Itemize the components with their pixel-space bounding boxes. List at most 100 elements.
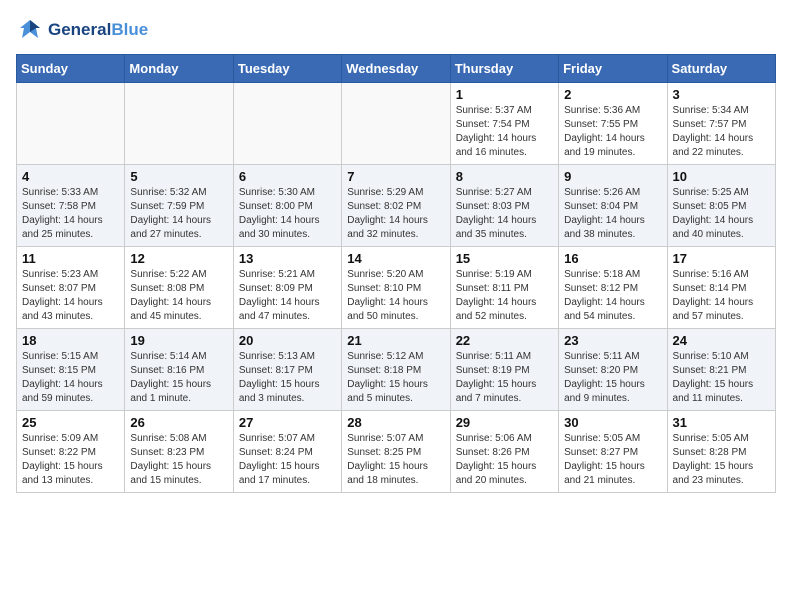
day-info: Sunrise: 5:07 AM Sunset: 8:24 PM Dayligh… [239,432,336,488]
day-info: Sunrise: 5:05 AM Sunset: 8:28 PM Dayligh… [673,432,770,488]
day-info: Sunrise: 5:37 AM Sunset: 7:54 PM Dayligh… [456,104,553,160]
day-number: 31 [673,415,770,430]
page-header: GeneralBlue [16,16,776,44]
day-number: 14 [347,251,444,266]
day-number: 13 [239,251,336,266]
day-info: Sunrise: 5:14 AM Sunset: 8:16 PM Dayligh… [130,350,227,406]
day-number: 9 [564,169,661,184]
day-number: 21 [347,333,444,348]
calendar-cell: 16 Sunrise: 5:18 AM Sunset: 8:12 PM Dayli… [559,247,667,329]
day-info: Sunrise: 5:27 AM Sunset: 8:03 PM Dayligh… [456,186,553,242]
column-header-sunday: Sunday [17,55,125,83]
calendar-cell: 4Sunrise: 5:33 AM Sunset: 7:58 PM Daylig… [17,165,125,247]
calendar-cell: 10 Sunrise: 5:25 AM Sunset: 8:05 PM Dayli… [667,165,775,247]
calendar-cell: 20 Sunrise: 5:13 AM Sunset: 8:17 PM Dayli… [233,329,341,411]
column-header-tuesday: Tuesday [233,55,341,83]
calendar-cell: 23 Sunrise: 5:11 AM Sunset: 8:20 PM Dayli… [559,329,667,411]
day-number: 28 [347,415,444,430]
column-header-thursday: Thursday [450,55,558,83]
calendar-week-row: 4Sunrise: 5:33 AM Sunset: 7:58 PM Daylig… [17,165,776,247]
calendar-cell: 17 Sunrise: 5:16 AM Sunset: 8:14 PM Dayli… [667,247,775,329]
calendar-cell: 31 Sunrise: 5:05 AM Sunset: 8:28 PM Dayli… [667,411,775,493]
column-header-saturday: Saturday [667,55,775,83]
column-header-monday: Monday [125,55,233,83]
calendar-cell: 2Sunrise: 5:36 AM Sunset: 7:55 PM Daylig… [559,83,667,165]
day-info: Sunrise: 5:22 AM Sunset: 8:08 PM Dayligh… [130,268,227,324]
day-info: Sunrise: 5:11 AM Sunset: 8:19 PM Dayligh… [456,350,553,406]
day-number: 8 [456,169,553,184]
calendar-cell: 25Sunrise: 5:09 AM Sunset: 8:22 PM Dayli… [17,411,125,493]
day-info: Sunrise: 5:12 AM Sunset: 8:18 PM Dayligh… [347,350,444,406]
calendar-cell: 11 Sunrise: 5:23 AM Sunset: 8:07 PM Dayli… [17,247,125,329]
day-info: Sunrise: 5:32 AM Sunset: 7:59 PM Dayligh… [130,186,227,242]
day-info: Sunrise: 5:13 AM Sunset: 8:17 PM Dayligh… [239,350,336,406]
calendar-cell: 7Sunrise: 5:29 AM Sunset: 8:02 PM Daylig… [342,165,450,247]
day-number: 18 [22,333,119,348]
day-number: 1 [456,87,553,102]
day-info: Sunrise: 5:36 AM Sunset: 7:55 PM Dayligh… [564,104,661,160]
day-info: Sunrise: 5:19 AM Sunset: 8:11 PM Dayligh… [456,268,553,324]
day-number: 11 [22,251,119,266]
day-info: Sunrise: 5:08 AM Sunset: 8:23 PM Dayligh… [130,432,227,488]
calendar-cell: 22 Sunrise: 5:11 AM Sunset: 8:19 PM Dayli… [450,329,558,411]
day-info: Sunrise: 5:25 AM Sunset: 8:05 PM Dayligh… [673,186,770,242]
calendar-cell: 21 Sunrise: 5:12 AM Sunset: 8:18 PM Dayli… [342,329,450,411]
calendar-week-row: 11 Sunrise: 5:23 AM Sunset: 8:07 PM Dayli… [17,247,776,329]
calendar-cell: 1 Sunrise: 5:37 AM Sunset: 7:54 PM Daylig… [450,83,558,165]
day-number: 26 [130,415,227,430]
day-info: Sunrise: 5:18 AM Sunset: 8:12 PM Dayligh… [564,268,661,324]
calendar-cell: 30Sunrise: 5:05 AM Sunset: 8:27 PM Dayli… [559,411,667,493]
day-number: 4 [22,169,119,184]
day-number: 12 [130,251,227,266]
calendar-week-row: 25Sunrise: 5:09 AM Sunset: 8:22 PM Dayli… [17,411,776,493]
calendar-header-row: SundayMondayTuesdayWednesdayThursdayFrid… [17,55,776,83]
day-number: 19 [130,333,227,348]
calendar-cell: 15Sunrise: 5:19 AM Sunset: 8:11 PM Dayli… [450,247,558,329]
day-number: 24 [673,333,770,348]
column-header-friday: Friday [559,55,667,83]
calendar-cell: 19 Sunrise: 5:14 AM Sunset: 8:16 PM Dayli… [125,329,233,411]
calendar-week-row: 1 Sunrise: 5:37 AM Sunset: 7:54 PM Daylig… [17,83,776,165]
day-number: 16 [564,251,661,266]
day-number: 23 [564,333,661,348]
logo-icon [16,16,44,44]
day-info: Sunrise: 5:05 AM Sunset: 8:27 PM Dayligh… [564,432,661,488]
calendar-cell: 18Sunrise: 5:15 AM Sunset: 8:15 PM Dayli… [17,329,125,411]
column-header-wednesday: Wednesday [342,55,450,83]
day-number: 22 [456,333,553,348]
day-number: 29 [456,415,553,430]
calendar-cell: 3Sunrise: 5:34 AM Sunset: 7:57 PM Daylig… [667,83,775,165]
day-number: 5 [130,169,227,184]
day-info: Sunrise: 5:11 AM Sunset: 8:20 PM Dayligh… [564,350,661,406]
day-info: Sunrise: 5:26 AM Sunset: 8:04 PM Dayligh… [564,186,661,242]
calendar-cell [17,83,125,165]
calendar-cell: 6 Sunrise: 5:30 AM Sunset: 8:00 PM Daylig… [233,165,341,247]
day-number: 20 [239,333,336,348]
calendar-week-row: 18Sunrise: 5:15 AM Sunset: 8:15 PM Dayli… [17,329,776,411]
logo: GeneralBlue [16,16,148,44]
day-info: Sunrise: 5:34 AM Sunset: 7:57 PM Dayligh… [673,104,770,160]
day-info: Sunrise: 5:09 AM Sunset: 8:22 PM Dayligh… [22,432,119,488]
day-info: Sunrise: 5:20 AM Sunset: 8:10 PM Dayligh… [347,268,444,324]
calendar-cell: 13 Sunrise: 5:21 AM Sunset: 8:09 PM Dayli… [233,247,341,329]
day-number: 27 [239,415,336,430]
calendar-cell: 8 Sunrise: 5:27 AM Sunset: 8:03 PM Daylig… [450,165,558,247]
day-info: Sunrise: 5:16 AM Sunset: 8:14 PM Dayligh… [673,268,770,324]
day-number: 17 [673,251,770,266]
calendar-cell [233,83,341,165]
day-info: Sunrise: 5:29 AM Sunset: 8:02 PM Dayligh… [347,186,444,242]
day-info: Sunrise: 5:30 AM Sunset: 8:00 PM Dayligh… [239,186,336,242]
day-info: Sunrise: 5:07 AM Sunset: 8:25 PM Dayligh… [347,432,444,488]
calendar-cell: 12 Sunrise: 5:22 AM Sunset: 8:08 PM Dayli… [125,247,233,329]
day-info: Sunrise: 5:21 AM Sunset: 8:09 PM Dayligh… [239,268,336,324]
day-number: 10 [673,169,770,184]
day-info: Sunrise: 5:10 AM Sunset: 8:21 PM Dayligh… [673,350,770,406]
day-info: Sunrise: 5:23 AM Sunset: 8:07 PM Dayligh… [22,268,119,324]
calendar-cell: 9 Sunrise: 5:26 AM Sunset: 8:04 PM Daylig… [559,165,667,247]
calendar-cell [342,83,450,165]
calendar-cell: 26 Sunrise: 5:08 AM Sunset: 8:23 PM Dayli… [125,411,233,493]
day-info: Sunrise: 5:06 AM Sunset: 8:26 PM Dayligh… [456,432,553,488]
day-number: 6 [239,169,336,184]
calendar-cell: 27 Sunrise: 5:07 AM Sunset: 8:24 PM Dayli… [233,411,341,493]
calendar-cell: 24 Sunrise: 5:10 AM Sunset: 8:21 PM Dayli… [667,329,775,411]
